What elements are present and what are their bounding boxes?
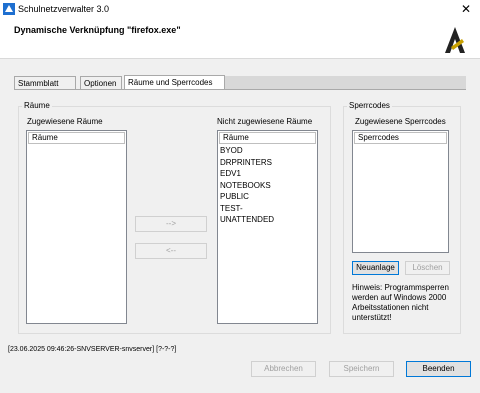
assigned-lockcodes-label: Zugewiesene Sperrcodes [355,117,446,126]
unassigned-rooms-header[interactable]: Räume [219,132,316,144]
dialog-title: Dynamische Verknüpfung "firefox.exe" [14,25,181,35]
new-lockcode-button[interactable]: Neuanlage [352,261,399,275]
list-item[interactable]: EDV1 [218,168,317,180]
move-right-button[interactable]: --> [135,216,207,232]
tab-divider [14,89,466,90]
exit-button[interactable]: Beenden [406,361,471,377]
logo-icon [445,27,465,53]
tab-raeume-sperrcodes[interactable]: Räume und Sperrcodes [124,75,225,90]
rooms-group-label: Räume [22,101,52,110]
lockcodes-header[interactable]: Sperrcodes [354,132,447,144]
tab-strip [225,76,466,89]
list-item[interactable]: BYOD [218,145,317,157]
unassigned-rooms-list[interactable]: Räume BYOD DRPRINTERS EDV1 NOTEBOOKS PUB… [217,130,318,324]
tab-stammblatt[interactable]: Stammblatt [14,76,76,89]
window-title: Schulnetzverwalter 3.0 [18,4,110,14]
list-item[interactable]: NOTEBOOKS [218,180,317,192]
dialog-header: Dynamische Verknüpfung "firefox.exe" [0,20,480,59]
close-icon[interactable]: ✕ [458,1,474,17]
list-item[interactable]: DRPRINTERS [218,157,317,169]
cancel-button[interactable]: Abbrechen [251,361,316,377]
status-text: [23.06.2025 09:46:26-SNVSERVER-snvserver… [8,346,177,353]
list-item[interactable]: UNATTENDED [218,214,317,226]
title-bar: Schulnetzverwalter 3.0 ✕ [0,0,480,20]
delete-lockcode-button[interactable]: Löschen [405,261,450,275]
tab-optionen[interactable]: Optionen [80,76,122,89]
save-button[interactable]: Speichern [329,361,394,377]
lockcodes-group-label: Sperrcodes [347,101,392,110]
lockcodes-list[interactable]: Sperrcodes [352,130,449,253]
lockcode-hint: Hinweis: Programmsperren werden auf Wind… [352,283,449,322]
assigned-rooms-list[interactable]: Räume [26,130,127,324]
assigned-rooms-label: Zugewiesene Räume [27,117,103,126]
list-item[interactable]: TEST- [218,203,317,215]
app-icon [3,3,15,15]
list-item[interactable]: PUBLIC [218,191,317,203]
move-left-button[interactable]: <-- [135,243,207,259]
unassigned-rooms-label: Nicht zugewiesene Räume [217,117,313,126]
assigned-rooms-header[interactable]: Räume [28,132,125,144]
